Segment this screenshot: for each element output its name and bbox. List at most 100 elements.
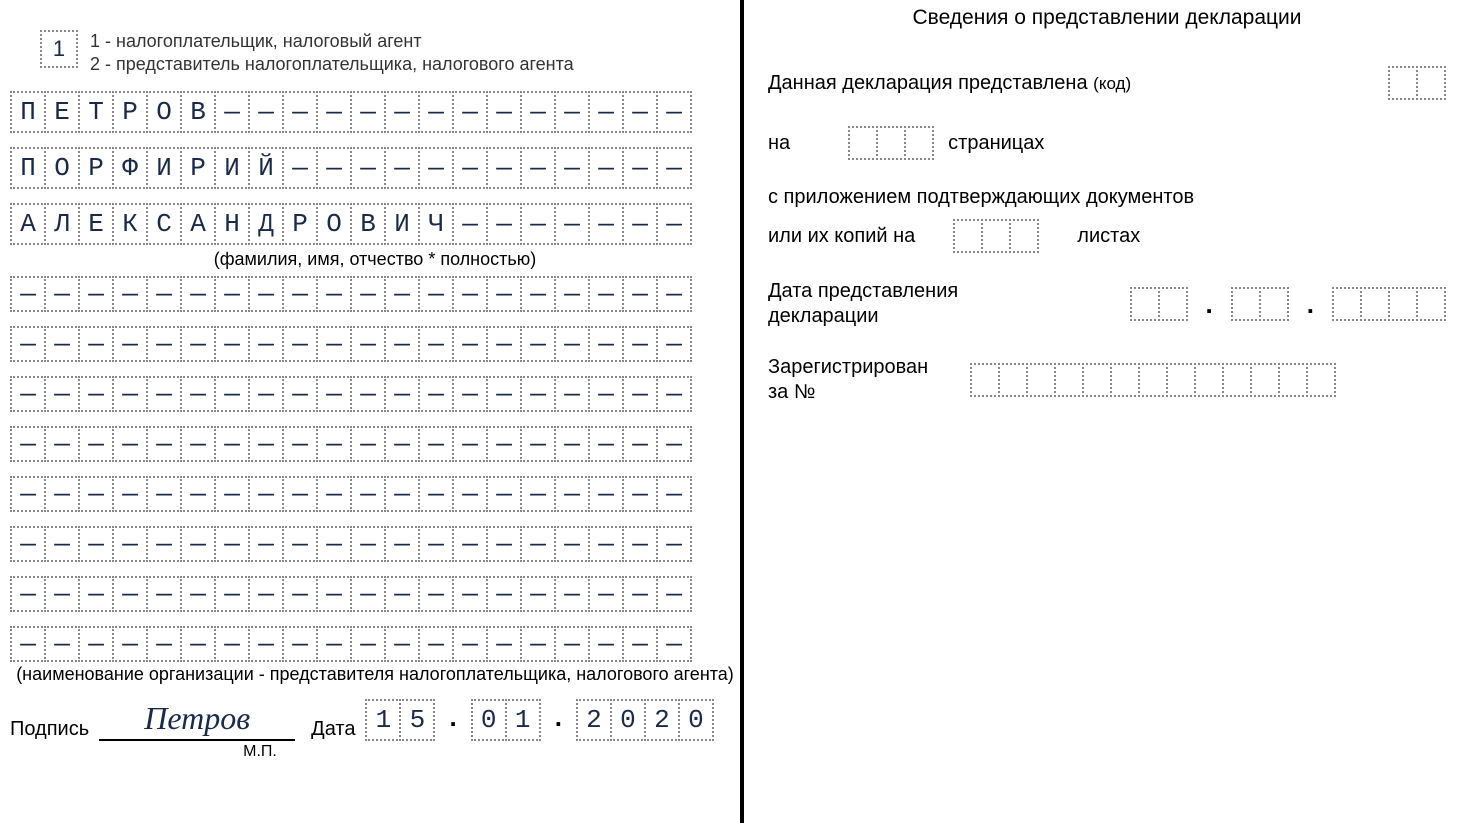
cell[interactable] [1231,287,1261,321]
cell[interactable]: — [180,326,216,362]
cell[interactable]: — [588,91,624,133]
cell[interactable]: — [44,526,80,562]
cell[interactable] [1416,287,1446,321]
cell[interactable]: — [282,326,318,362]
cell[interactable]: — [520,147,556,189]
cell[interactable] [1278,363,1308,397]
date-mm[interactable]: 01 [471,699,541,741]
cell[interactable]: 2 [644,699,680,741]
cell[interactable] [1166,363,1196,397]
cell[interactable]: — [180,576,216,612]
cell[interactable]: — [520,203,556,245]
cell[interactable]: — [554,426,590,462]
cell[interactable]: П [10,147,46,189]
cell[interactable]: Н [214,203,250,245]
cell[interactable]: — [384,526,420,562]
cell[interactable]: — [486,91,522,133]
cell[interactable] [1388,287,1418,321]
cell[interactable]: — [588,476,624,512]
cell[interactable]: — [486,326,522,362]
org-row[interactable]: ———————————————————— [10,476,740,512]
cell[interactable]: Е [44,91,80,133]
name-row[interactable]: ПОРФИРИЙ———————————— [10,147,740,189]
cell[interactable]: — [316,147,352,189]
cell[interactable]: — [418,526,454,562]
cell[interactable]: — [622,91,658,133]
decl-code-cells[interactable] [1388,66,1446,100]
cell[interactable]: — [384,626,420,662]
cell[interactable]: — [622,276,658,312]
cell[interactable]: — [10,626,46,662]
cell[interactable]: — [10,326,46,362]
present-mm[interactable] [1231,287,1289,321]
cell[interactable] [1360,287,1390,321]
cell[interactable]: — [316,91,352,133]
cell[interactable]: И [146,147,182,189]
cell[interactable]: — [588,203,624,245]
cell[interactable]: — [418,626,454,662]
cell[interactable]: — [588,276,624,312]
cell[interactable]: — [10,376,46,412]
cell[interactable] [1130,287,1160,321]
cell[interactable] [1306,363,1336,397]
cell[interactable]: — [214,91,250,133]
cell[interactable]: — [588,426,624,462]
cell[interactable]: — [112,626,148,662]
pages-cells[interactable] [848,126,934,160]
cell[interactable]: — [622,426,658,462]
cell[interactable]: Р [282,203,318,245]
cell[interactable]: — [214,576,250,612]
cell[interactable]: — [486,626,522,662]
cell[interactable]: — [214,526,250,562]
cell[interactable] [1250,363,1280,397]
cell[interactable]: — [554,203,590,245]
cell[interactable]: — [350,376,386,412]
cell[interactable]: — [112,576,148,612]
cell[interactable]: — [248,626,284,662]
cell[interactable] [1416,66,1446,100]
cell[interactable]: — [10,526,46,562]
cell[interactable]: О [44,147,80,189]
cell[interactable]: 0 [678,699,714,741]
cell[interactable] [1388,66,1418,100]
patronymic-row[interactable]: АЛЕКСАНДРОВИЧ——————— [10,203,740,245]
cell[interactable]: — [588,376,624,412]
cell[interactable]: — [622,147,658,189]
cell[interactable]: — [214,626,250,662]
org-row[interactable]: ———————————————————— [10,526,740,562]
cell[interactable]: — [248,576,284,612]
cell[interactable]: — [452,147,488,189]
cell[interactable]: — [214,276,250,312]
cell[interactable] [981,219,1011,253]
cell[interactable]: 0 [471,699,507,741]
surname-row[interactable]: ПЕТРОВ—————————————— [10,91,740,133]
cell[interactable]: Е [78,203,114,245]
cell[interactable]: — [282,147,318,189]
cell[interactable] [1009,219,1039,253]
cell[interactable]: — [554,476,590,512]
cell[interactable]: Ф [112,147,148,189]
cell[interactable] [970,363,1000,397]
cell[interactable]: — [180,276,216,312]
cell[interactable]: — [316,526,352,562]
cell[interactable]: — [112,426,148,462]
cell[interactable]: — [10,476,46,512]
cell[interactable]: — [112,326,148,362]
cell[interactable]: — [520,91,556,133]
cell[interactable]: — [112,376,148,412]
cell[interactable]: — [486,376,522,412]
cell[interactable]: — [452,576,488,612]
cell[interactable]: — [554,91,590,133]
cell[interactable]: — [282,91,318,133]
cell[interactable]: Р [180,147,216,189]
cell[interactable]: — [316,276,352,312]
cell[interactable]: — [656,203,692,245]
cell[interactable]: — [554,276,590,312]
cell[interactable]: Д [248,203,284,245]
cell[interactable]: К [112,203,148,245]
cell[interactable]: — [44,476,80,512]
cell[interactable]: — [316,376,352,412]
cell[interactable]: П [10,91,46,133]
cell[interactable]: — [588,626,624,662]
cell[interactable]: — [146,526,182,562]
